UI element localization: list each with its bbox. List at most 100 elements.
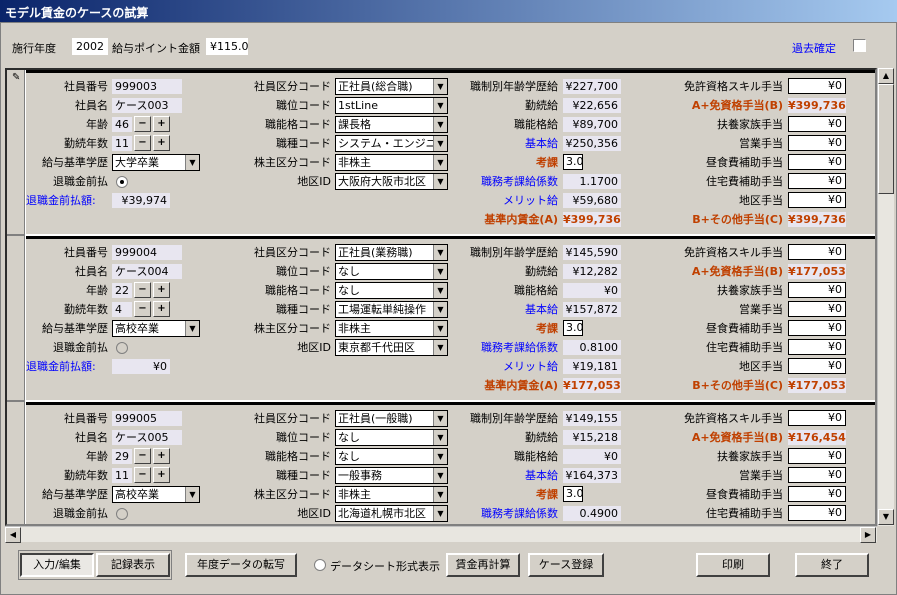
years-decrement-button[interactable]: − xyxy=(134,301,151,317)
education-value: 大学卒業 xyxy=(115,156,159,169)
area-select[interactable]: 北海道札幌市北区 ▼ xyxy=(335,505,448,522)
shareholder-select[interactable]: 非株主 ▼ xyxy=(335,486,448,503)
scroll-right-icon[interactable]: ▶ xyxy=(860,527,876,543)
lunch-allowance-input[interactable]: ¥0 xyxy=(788,486,846,502)
vertical-scrollbar[interactable]: ▲ ▼ xyxy=(877,68,894,526)
shareholder-value: 非株主 xyxy=(338,156,371,169)
datasheet-view-radio[interactable] xyxy=(314,559,326,571)
age-increment-button[interactable]: + xyxy=(153,448,170,464)
sales-allowance-input[interactable]: ¥0 xyxy=(788,467,846,483)
dropdown-arrow-icon[interactable]: ▼ xyxy=(433,283,447,298)
shareholder-select[interactable]: 非株主 ▼ xyxy=(335,320,448,337)
years-increment-button[interactable]: + xyxy=(153,135,170,151)
lunch-allowance-input[interactable]: ¥0 xyxy=(788,154,846,170)
age-increment-button[interactable]: + xyxy=(153,282,170,298)
area-allowance-input[interactable]: ¥0 xyxy=(788,192,846,208)
point-amount-field[interactable]: ¥115.0 xyxy=(206,38,249,55)
years-decrement-button[interactable]: − xyxy=(134,135,151,151)
grade-select[interactable]: 課長格 ▼ xyxy=(335,116,448,133)
years-increment-button[interactable]: + xyxy=(153,467,170,483)
dropdown-arrow-icon[interactable]: ▼ xyxy=(433,79,447,94)
dropdown-arrow-icon[interactable]: ▼ xyxy=(433,117,447,132)
scroll-up-icon[interactable]: ▲ xyxy=(878,68,894,84)
evaluation-input[interactable]: 3.0 xyxy=(563,154,584,170)
dropdown-arrow-icon[interactable]: ▼ xyxy=(433,245,447,260)
license-allowance-input[interactable]: ¥0 xyxy=(788,78,846,94)
job-type-select[interactable]: システム・エンジニア ▼ xyxy=(335,135,448,152)
dropdown-arrow-icon[interactable]: ▼ xyxy=(433,174,447,189)
case-register-button[interactable]: ケース登録 xyxy=(528,553,604,577)
education-select[interactable]: 高校卒業 ▼ xyxy=(112,486,200,503)
dropdown-arrow-icon[interactable]: ▼ xyxy=(433,321,447,336)
years-increment-button[interactable]: + xyxy=(153,301,170,317)
age-decrement-button[interactable]: − xyxy=(134,116,151,132)
record-selector-column[interactable]: ✎ xyxy=(7,70,25,524)
education-select[interactable]: 大学卒業 ▼ xyxy=(112,154,200,171)
age-decrement-button[interactable]: − xyxy=(134,448,151,464)
evaluation-input[interactable]: 3.0 xyxy=(563,486,584,502)
dropdown-arrow-icon[interactable]: ▼ xyxy=(185,487,199,502)
area-select[interactable]: 東京都千代田区 ▼ xyxy=(335,339,448,356)
emp-class-select[interactable]: 正社員(一般職) ▼ xyxy=(335,410,448,427)
area-allowance-input[interactable]: ¥0 xyxy=(788,358,846,374)
dropdown-arrow-icon[interactable]: ▼ xyxy=(433,430,447,445)
dropdown-arrow-icon[interactable]: ▼ xyxy=(185,321,199,336)
position-select[interactable]: なし ▼ xyxy=(335,263,448,280)
housing-allowance-input[interactable]: ¥0 xyxy=(788,173,846,189)
sales-allowance-input[interactable]: ¥0 xyxy=(788,135,846,151)
record-view-button[interactable]: 記録表示 xyxy=(96,553,170,577)
family-allowance-input[interactable]: ¥0 xyxy=(788,448,846,464)
area-select[interactable]: 大阪府大阪市北区 ▼ xyxy=(335,173,448,190)
dropdown-arrow-icon[interactable]: ▼ xyxy=(433,411,447,426)
license-allowance-input[interactable]: ¥0 xyxy=(788,410,846,426)
dropdown-arrow-icon[interactable]: ▼ xyxy=(433,98,447,113)
dropdown-arrow-icon[interactable]: ▼ xyxy=(433,468,447,483)
family-allowance-input[interactable]: ¥0 xyxy=(788,116,846,132)
retire-advance-radio[interactable] xyxy=(116,342,128,354)
evaluation-input[interactable]: 3.0 xyxy=(563,320,584,336)
age-edu-pay-value: ¥227,700 xyxy=(563,79,621,94)
years-decrement-button[interactable]: − xyxy=(134,467,151,483)
past-confirm-checkbox[interactable] xyxy=(853,39,866,52)
shareholder-select[interactable]: 非株主 ▼ xyxy=(335,154,448,171)
position-select[interactable]: なし ▼ xyxy=(335,429,448,446)
job-type-select[interactable]: 工場運転単純操作 ▼ xyxy=(335,301,448,318)
age-increment-button[interactable]: + xyxy=(153,116,170,132)
emp-class-select[interactable]: 正社員(総合職) ▼ xyxy=(335,78,448,95)
housing-allowance-input[interactable]: ¥0 xyxy=(788,505,846,521)
fiscal-year-field[interactable]: 2002 xyxy=(72,38,108,55)
license-allowance-input[interactable]: ¥0 xyxy=(788,244,846,260)
family-allowance-input[interactable]: ¥0 xyxy=(788,282,846,298)
retire-advance-radio[interactable] xyxy=(116,176,128,188)
horizontal-scrollbar[interactable]: ◀ ▶ xyxy=(5,526,877,543)
age-decrement-button[interactable]: − xyxy=(134,282,151,298)
dropdown-arrow-icon[interactable]: ▼ xyxy=(433,506,447,521)
education-select[interactable]: 高校卒業 ▼ xyxy=(112,320,200,337)
input-edit-button[interactable]: 入力/編集 xyxy=(20,553,94,577)
dropdown-arrow-icon[interactable]: ▼ xyxy=(433,136,447,151)
dropdown-arrow-icon[interactable]: ▼ xyxy=(433,449,447,464)
dropdown-arrow-icon[interactable]: ▼ xyxy=(433,302,447,317)
scroll-down-icon[interactable]: ▼ xyxy=(878,509,894,525)
dropdown-arrow-icon[interactable]: ▼ xyxy=(433,264,447,279)
scroll-thumb[interactable] xyxy=(878,84,894,194)
print-button[interactable]: 印刷 xyxy=(696,553,770,577)
dropdown-arrow-icon[interactable]: ▼ xyxy=(433,487,447,502)
close-button[interactable]: 終了 xyxy=(795,553,869,577)
position-select[interactable]: 1stLine ▼ xyxy=(335,97,448,114)
scroll-left-icon[interactable]: ◀ xyxy=(5,527,21,543)
emp-class-select[interactable]: 正社員(業務職) ▼ xyxy=(335,244,448,261)
dropdown-arrow-icon[interactable]: ▼ xyxy=(433,155,447,170)
grade-select[interactable]: なし ▼ xyxy=(335,282,448,299)
lunch-allowance-input[interactable]: ¥0 xyxy=(788,320,846,336)
job-type-select[interactable]: 一般事務 ▼ xyxy=(335,467,448,484)
dropdown-arrow-icon[interactable]: ▼ xyxy=(185,155,199,170)
housing-allowance-input[interactable]: ¥0 xyxy=(788,339,846,355)
years-label: 勤続年数 xyxy=(64,469,108,482)
dropdown-arrow-icon[interactable]: ▼ xyxy=(433,340,447,355)
retire-advance-radio[interactable] xyxy=(116,508,128,520)
sales-allowance-input[interactable]: ¥0 xyxy=(788,301,846,317)
recalc-button[interactable]: 賃金再計算 xyxy=(446,553,520,577)
grade-select[interactable]: なし ▼ xyxy=(335,448,448,465)
year-transfer-button[interactable]: 年度データの転写 xyxy=(185,553,297,577)
